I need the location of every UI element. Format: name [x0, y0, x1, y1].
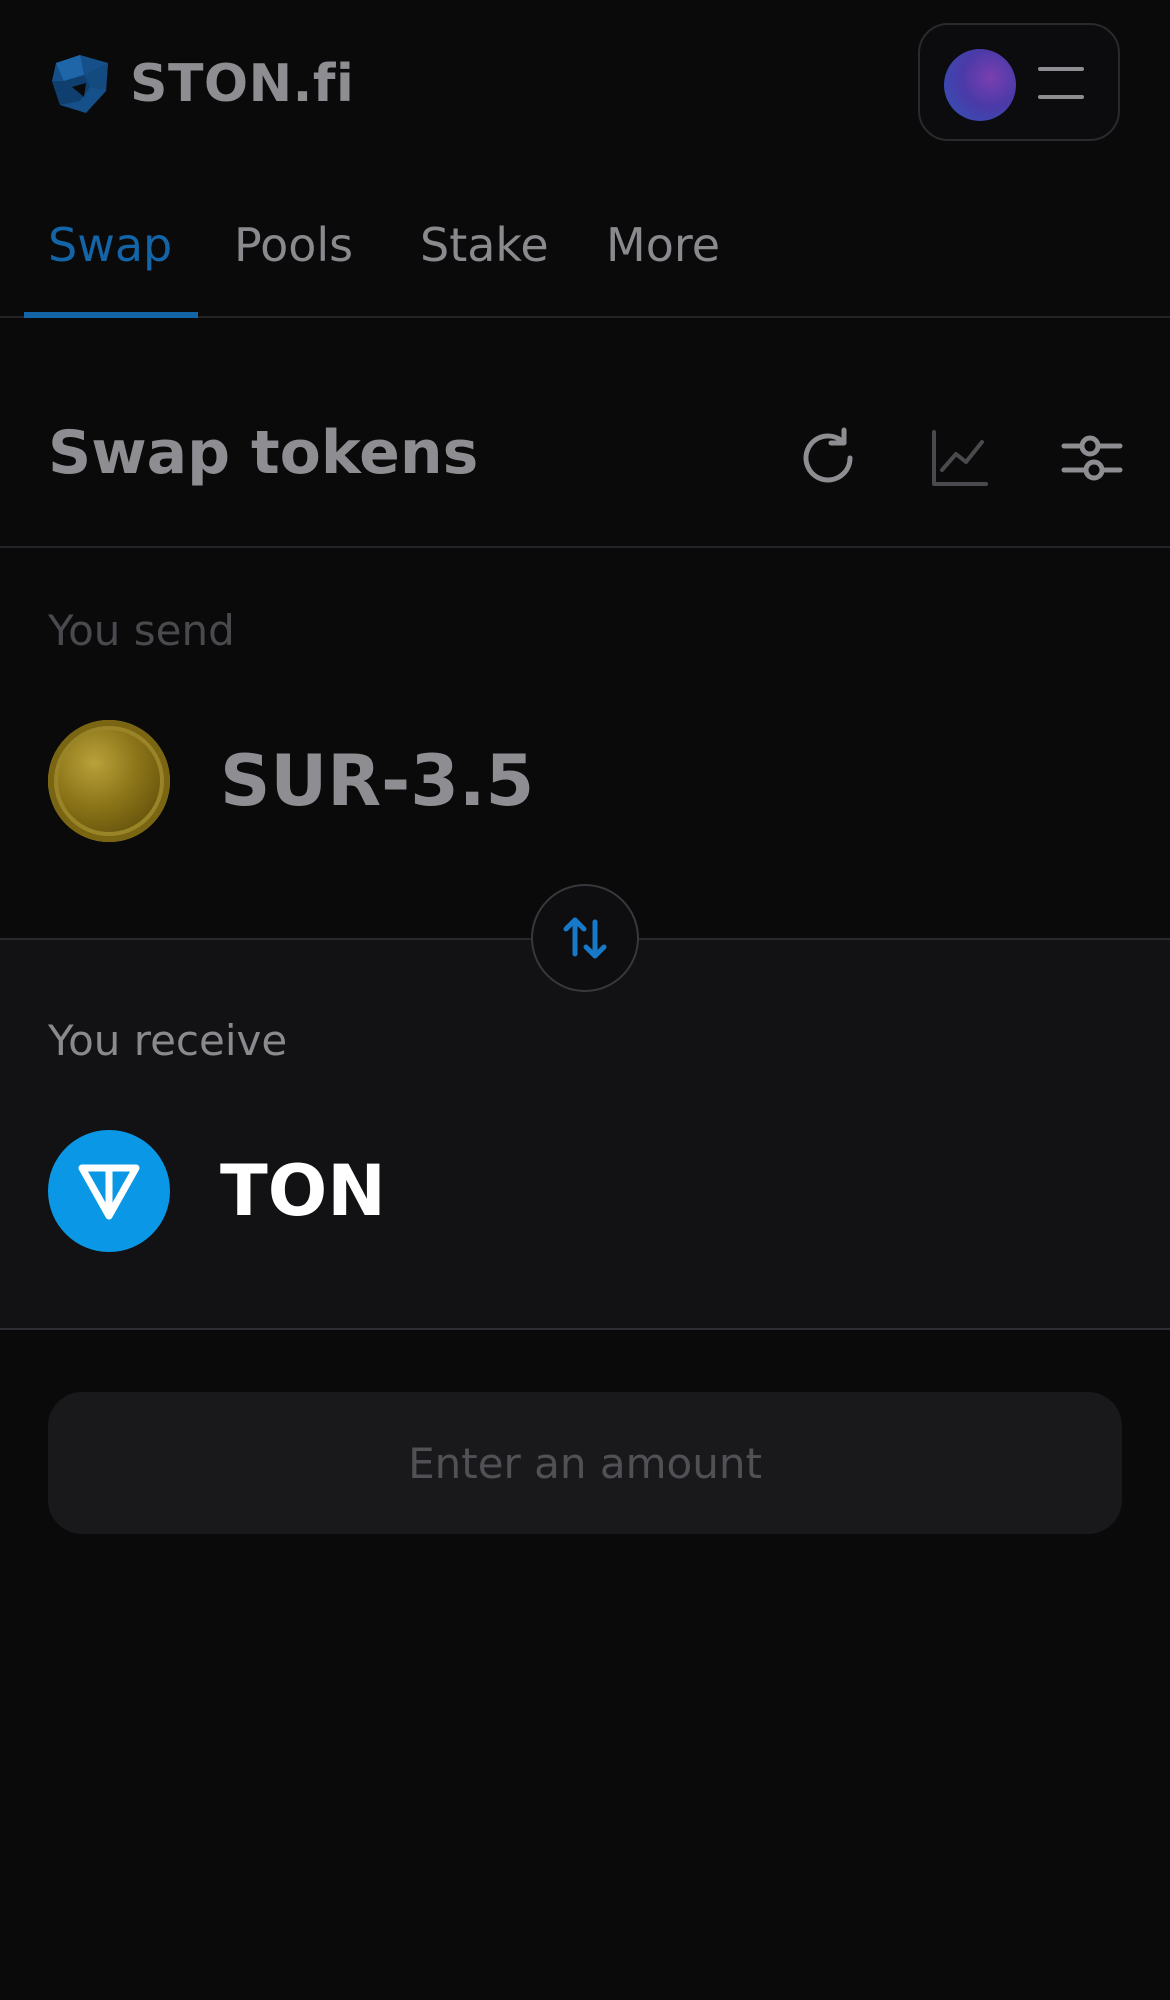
ton-icon	[48, 1130, 170, 1252]
page-title: Swap tokens	[48, 418, 479, 488]
receive-label: You receive	[48, 1016, 288, 1065]
settings-sliders-icon[interactable]	[1060, 426, 1124, 490]
app-header: STON.fi	[0, 0, 1170, 166]
hamburger-icon	[1038, 67, 1084, 101]
brand-logo[interactable]: STON.fi	[50, 52, 354, 116]
refresh-icon[interactable]	[796, 426, 860, 490]
send-panel: You send SUR-3.5	[0, 548, 1170, 940]
tab-more[interactable]: More	[606, 218, 720, 272]
brand-name: STON.fi	[130, 54, 355, 114]
ston-logo-icon	[52, 55, 108, 113]
receive-token-selector[interactable]: TON	[48, 1130, 386, 1252]
send-token-symbol: SUR-3.5	[220, 740, 535, 822]
enter-amount-button[interactable]: Enter an amount	[48, 1392, 1122, 1534]
receive-panel: You receive TON	[0, 940, 1170, 1330]
chart-icon[interactable]	[928, 426, 992, 490]
swap-card-header: Swap tokens	[0, 318, 1170, 548]
swap-arrows-icon	[563, 917, 607, 959]
account-menu-button[interactable]	[918, 23, 1120, 141]
receive-token-symbol: TON	[220, 1150, 386, 1232]
tab-swap[interactable]: Swap	[48, 218, 172, 272]
avatar	[944, 49, 1016, 121]
gold-coin-icon	[48, 720, 170, 842]
tab-stake[interactable]: Stake	[420, 218, 549, 272]
main-nav-tabs: Swap Pools Stake More	[0, 200, 1170, 318]
switch-tokens-button[interactable]	[531, 884, 639, 992]
send-token-selector[interactable]: SUR-3.5	[48, 720, 534, 842]
tab-pools[interactable]: Pools	[234, 218, 353, 272]
send-label: You send	[48, 606, 235, 655]
